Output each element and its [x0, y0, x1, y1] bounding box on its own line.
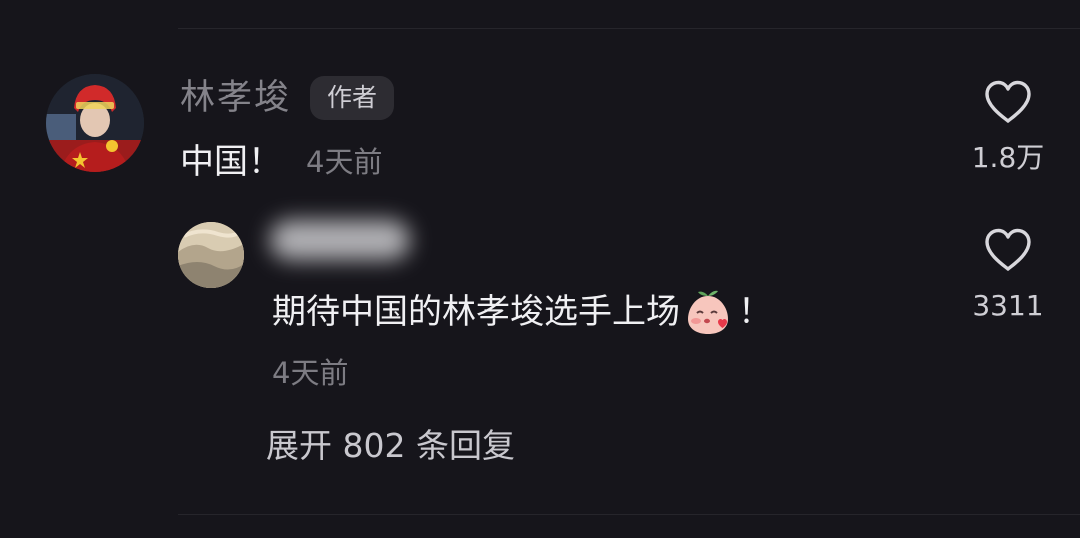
comment-timestamp: 4天前: [306, 145, 383, 179]
author-name[interactable]: 林孝埈: [180, 78, 291, 118]
top-divider: [178, 28, 1080, 29]
reply-text: 期待中国的林孝埈选手上场 ！: [272, 288, 772, 336]
landscape-avatar-icon: [178, 222, 244, 288]
reply-like-count: 3311: [972, 289, 1044, 322]
reply-text-body: 期待中国的林孝埈选手上场: [272, 292, 680, 332]
reply-avatar[interactable]: [178, 222, 244, 288]
comment-like-count: 1.8万: [971, 141, 1045, 174]
reply-timestamp: 4天前: [272, 356, 349, 390]
heart-icon[interactable]: [983, 80, 1033, 124]
bottom-divider: [178, 514, 1080, 515]
peach-blowing-kiss-sticker-icon: [688, 290, 728, 334]
author-avatar[interactable]: [46, 74, 144, 172]
reply-text-suffix: ！: [738, 292, 772, 332]
comment-text: 中国！: [180, 142, 282, 182]
heart-icon[interactable]: [983, 228, 1033, 272]
reply-username-blurred[interactable]: [270, 220, 410, 260]
author-badge: 作者: [310, 76, 395, 120]
athlete-avatar-icon: [46, 74, 144, 172]
expand-replies-button[interactable]: 展开 802 条回复: [266, 426, 515, 466]
